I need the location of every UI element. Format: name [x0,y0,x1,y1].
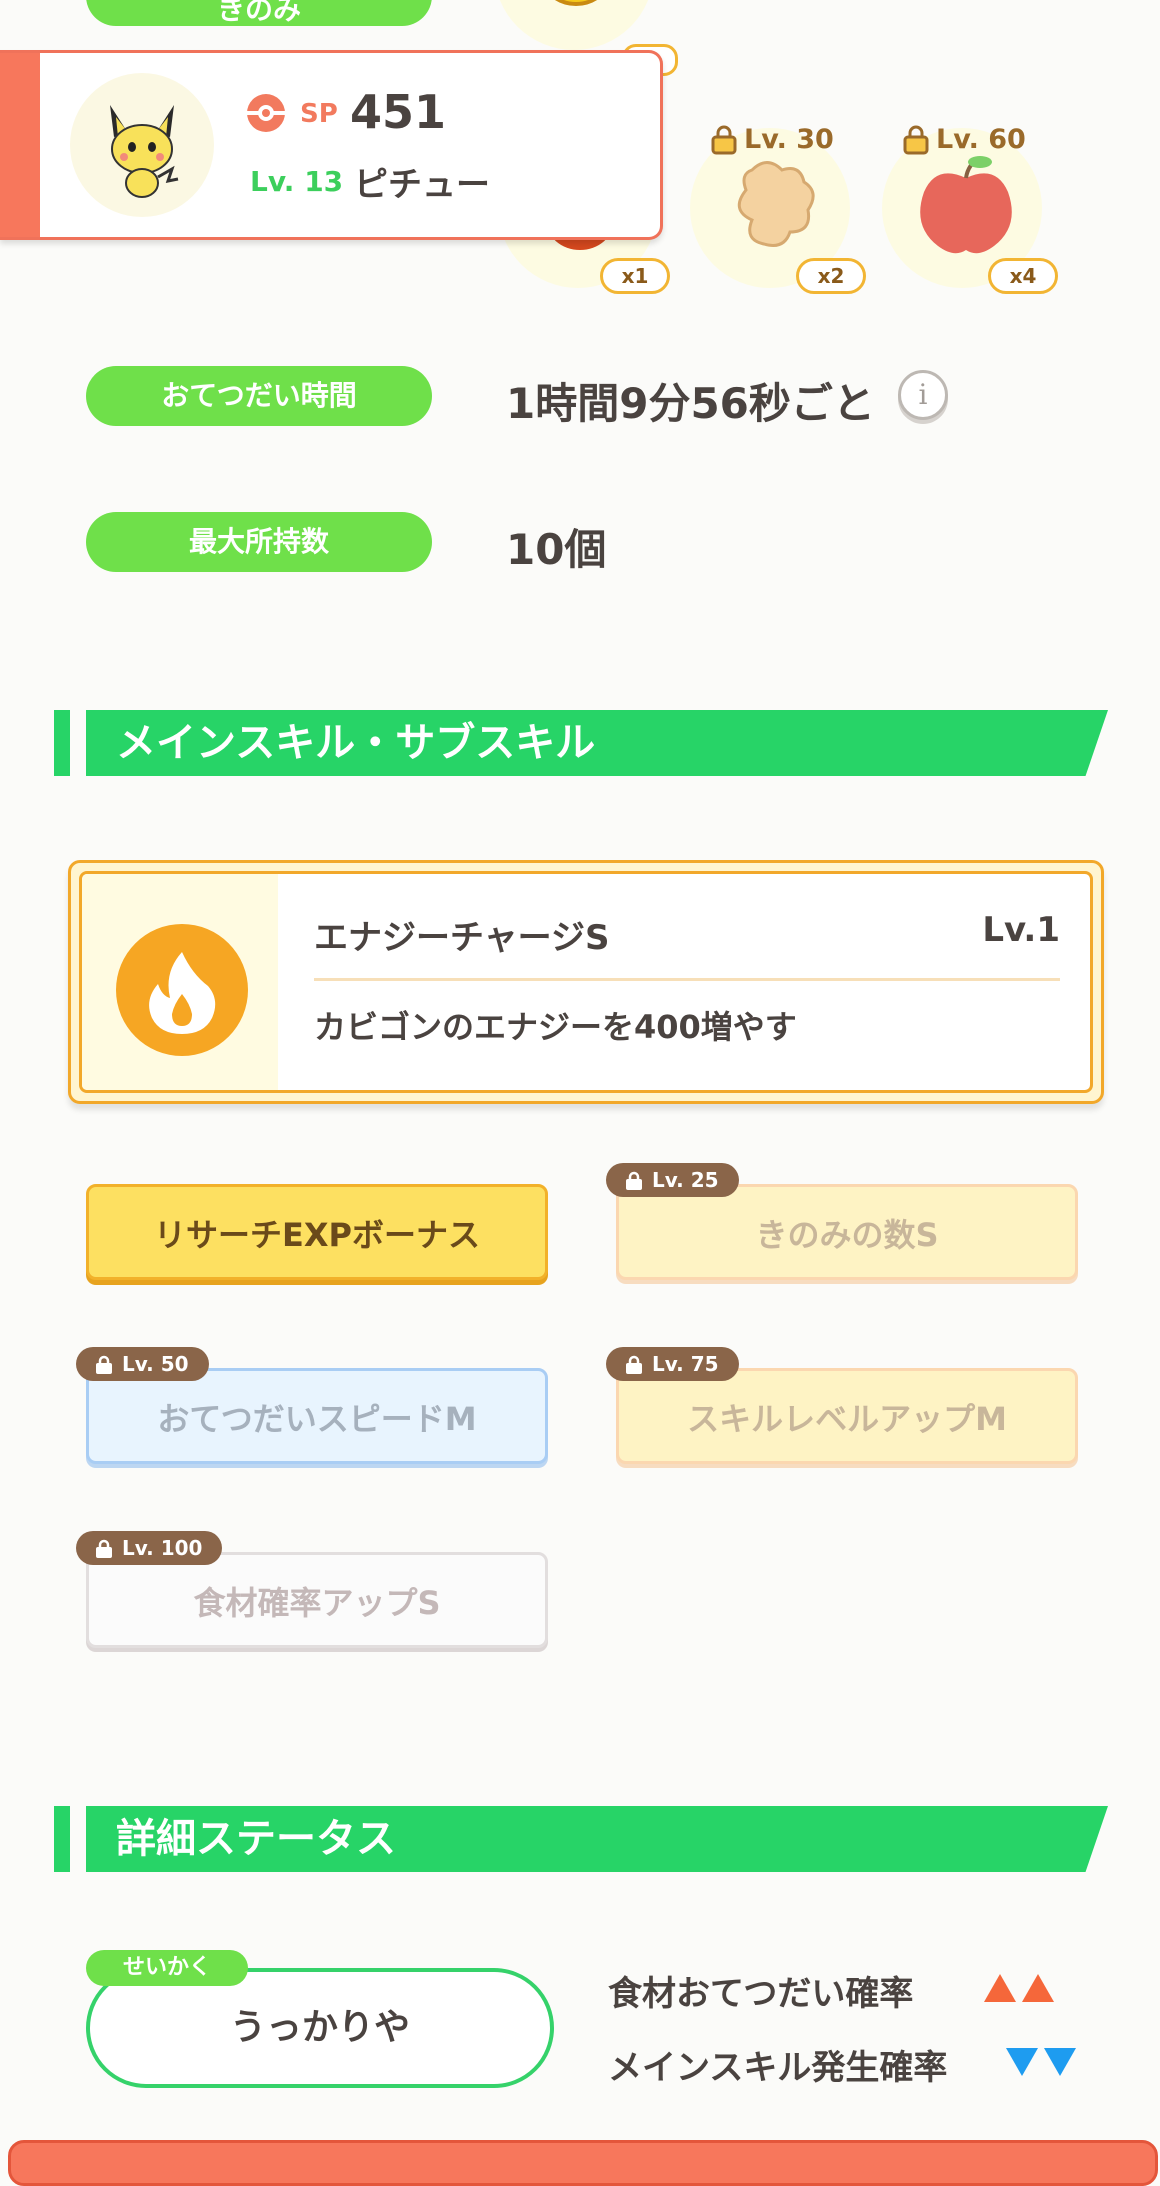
help-time-value: 1時間9分56秒ごと [506,379,875,428]
nature-tag-text: せいかく [122,1955,211,1980]
ginger-icon [737,161,815,247]
down-arrow-icon [1006,2048,1038,2076]
lock-icon [96,1539,112,1558]
main-skill-name: エナジーチャージS [314,918,610,958]
berry-category-pill: きのみ [86,0,432,26]
down-arrow-icon [1044,2048,1076,2076]
sub-skill-5[interactable]: 食材確率アップS [86,1552,548,1648]
sub-skill-3-lock: Lv. 50 [76,1347,209,1381]
pichu-icon [110,105,179,198]
card-accent-stripe [0,53,40,237]
bottom-card-edge [8,2140,1158,2186]
nature-effect-up-label: 食材おてつだい確率 [608,1974,914,2014]
sub-skill-3-lock-level: Lv. 50 [122,1352,189,1376]
help-time-label: おてつだい時間 [86,366,432,426]
skills-section-title: メインスキル・サブスキル [116,720,596,766]
max-carry-label-text: 最大所持数 [188,525,329,558]
ingredient-1-qty: x1 [600,258,670,294]
main-skill-card[interactable]: エナジーチャージS Lv.1 カビゴンのエナジーを400増やす [68,860,1104,1104]
sub-skill-3[interactable]: おてつだいスピードM [86,1368,548,1464]
pokemon-level: Lv. 13 [250,165,344,198]
info-icon: i [918,378,928,411]
sub-skill-5-lock-level: Lv. 100 [122,1536,203,1560]
section-bar [54,710,70,776]
up-arrow-icon [984,1974,1016,2002]
info-button[interactable]: i [898,370,948,420]
up-arrow-icon [1022,1974,1054,2002]
max-carry-value: 10個 [506,525,607,574]
sub-skill-2[interactable]: きのみの数S [616,1184,1078,1280]
skills-section-header: メインスキル・サブスキル [54,710,1108,776]
sp-label: SP [300,99,338,129]
pokeball-icon [247,94,285,132]
ingredient-2-qty: x2 [796,258,866,294]
main-skill-description: カビゴンのエナジーを400増やす [314,1008,797,1046]
sub-skill-2-lock-level: Lv. 25 [652,1168,719,1192]
sub-skill-5-label: 食材確率アップS [193,1584,441,1622]
main-skill-divider [314,978,1060,981]
main-skill-inner: エナジーチャージS Lv.1 カビゴンのエナジーを400増やす [79,871,1093,1093]
status-section-header: 詳細ステータス [54,1806,1108,1872]
sub-skill-1[interactable]: リサーチEXPボーナス [86,1184,548,1280]
berry-category-label: きのみ [216,0,301,26]
sub-skill-4-lock-level: Lv. 75 [652,1352,719,1376]
sub-skill-1-label: リサーチEXPボーナス [154,1216,480,1254]
main-skill-level: Lv.1 [982,910,1060,950]
sp-value: 451 [350,85,447,139]
sub-skill-4-lock: Lv. 75 [606,1347,739,1381]
apple-icon [920,156,1012,254]
sub-skill-5-lock: Lv. 100 [76,1531,223,1565]
nature-tag: せいかく [86,1950,248,1986]
lock-icon [626,1171,642,1190]
sub-skill-3-label: おてつだいスピードM [157,1400,477,1438]
max-carry-label: 最大所持数 [86,512,432,572]
sub-skill-2-lock: Lv. 25 [606,1163,739,1197]
ingredient-3-qty: x4 [988,258,1058,294]
nature-effect-down-label: メインスキル発生確率 [608,2048,948,2088]
nature-value: うっかりや [229,2007,410,2048]
lock-icon [96,1355,112,1374]
nature-value-box[interactable]: うっかりや [86,1968,554,2088]
avatar [70,73,214,217]
sub-skill-4-label: スキルレベルアップM [687,1400,1007,1438]
sub-skill-2-label: きのみの数S [755,1216,939,1254]
pokemon-card[interactable]: SP 451 Lv. 13 ピチュー [0,50,663,240]
status-section-title: 詳細ステータス [116,1816,396,1862]
lock-icon [626,1355,642,1374]
section-bar [54,1806,70,1872]
pokemon-name: ピチュー [354,165,490,205]
flame-icon [116,924,248,1056]
sub-skill-4[interactable]: スキルレベルアップM [616,1368,1078,1464]
berry-icon [555,0,597,6]
help-time-label-text: おてつだい時間 [161,379,357,412]
